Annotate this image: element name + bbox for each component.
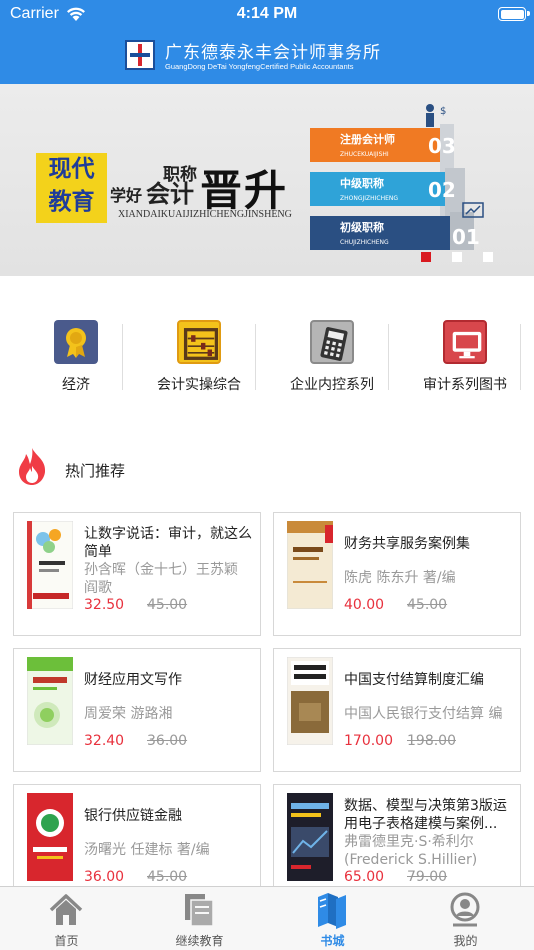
chart-icon xyxy=(462,202,484,218)
book-price: 32.40 xyxy=(84,733,125,749)
book-cover xyxy=(287,657,333,745)
book-author: 汤曙光 任建标 著/编 xyxy=(84,842,210,858)
tab-label: 我的 xyxy=(453,934,478,948)
tab-bar: 首页 继续教育 书城 我的 xyxy=(0,886,534,950)
abacus-icon xyxy=(177,320,221,364)
book-title: 中国支付结算制度汇编 xyxy=(344,672,484,688)
book-cover xyxy=(287,793,333,881)
firm-name-en: GuangDong DeTai YongfengCertified Public… xyxy=(165,62,354,71)
category-audit-books[interactable]: 审计系列图书 xyxy=(399,318,531,398)
person-icon: $ xyxy=(426,104,446,127)
book-card[interactable]: 中国支付结算制度汇编 中国人民银行支付结算 编 170.00 198.00 xyxy=(273,648,521,772)
book-author: 孙含晖（金十七）王苏颖 阎歌 xyxy=(84,562,238,596)
banner-step-number: 01 xyxy=(452,225,480,249)
book-original-price: 79.00 xyxy=(407,869,448,885)
banner-step-pinyin: CHUJIZHICHENG xyxy=(340,239,389,246)
banner-text: 会计 xyxy=(146,180,194,208)
book-author: 中国人民银行支付结算 编 xyxy=(344,706,503,722)
tab-label: 继续教育 xyxy=(175,934,224,948)
award-ribbon-icon xyxy=(54,320,98,364)
book-original-price: 198.00 xyxy=(407,733,456,749)
category-accounting-practice[interactable]: 会计实操综合 xyxy=(133,318,265,398)
category-label: 会计实操综合 xyxy=(157,377,241,393)
tab-label: 首页 xyxy=(54,934,79,948)
banner-badge-line: 教育 xyxy=(48,189,95,215)
banner-step-label: 中级职称 xyxy=(340,177,384,190)
book-original-price: 36.00 xyxy=(147,733,188,749)
category-row: 经济 会计实操综合 企业内控系列 审计系列图书 xyxy=(0,318,534,398)
book-original-price: 45.00 xyxy=(147,869,188,885)
book-cover xyxy=(27,657,73,745)
firm-logo xyxy=(125,40,155,70)
banner-text: 学好 xyxy=(110,186,143,205)
home-icon xyxy=(49,894,83,925)
tab-home[interactable]: 首页 xyxy=(0,887,133,950)
tab-profile[interactable]: 我的 xyxy=(399,887,532,950)
divider xyxy=(520,324,521,390)
book-author: 弗雷德里克·S·希利尔(Frederick S.Hillier) xyxy=(344,834,478,868)
book-card[interactable]: 让数字说话：审计，就这么简单 孙含晖（金十七）王苏颖 阎歌 32.50 45.0… xyxy=(13,512,261,636)
banner-step-pinyin: ZHUCEKUAIJISHI xyxy=(340,151,389,158)
book-title: 银行供应链金融 xyxy=(84,808,182,824)
book-price: 40.00 xyxy=(344,597,385,613)
user-icon xyxy=(450,892,480,927)
book-price: 36.00 xyxy=(84,869,125,885)
banner-step-label: 初级职称 xyxy=(340,221,384,234)
status-bar: Carrier 4:14 PM xyxy=(0,0,534,30)
category-label: 企业内控系列 xyxy=(290,377,374,393)
monitor-icon xyxy=(443,320,487,364)
book-cover xyxy=(27,521,73,609)
book-cover xyxy=(287,521,333,609)
banner-pinyin: XIANDAIKUAIJIZHICHENGJINSHENG xyxy=(118,209,292,220)
book-author: 周爱荣 游路湘 xyxy=(84,706,173,722)
book-title: 财经应用文写作 xyxy=(84,672,182,688)
top-bar: Carrier 4:14 PM 广东德泰永丰会计师事务所 GuangDong D… xyxy=(0,0,534,84)
divider xyxy=(255,324,256,390)
banner-step: 初级职称 CHUJIZHICHENG xyxy=(310,216,450,250)
banner-badge-line: 现代 xyxy=(48,156,95,182)
pager-dot[interactable] xyxy=(452,252,462,262)
book-cover xyxy=(27,793,73,881)
book-title: 让数字说话：审计，就这么简单 xyxy=(84,526,252,560)
firm-name: 广东德泰永丰会计师事务所 xyxy=(165,43,381,63)
banner-step-label: 注册会计师 xyxy=(340,133,395,146)
book-card[interactable]: 财务共享服务案例集 陈虎 陈东升 著/编 40.00 45.00 xyxy=(273,512,521,636)
banner-step-number: 03 xyxy=(428,134,456,158)
tab-label: 书城 xyxy=(320,934,345,948)
book-original-price: 45.00 xyxy=(407,597,448,613)
book-price: 32.50 xyxy=(84,597,125,613)
book-card[interactable]: 财经应用文写作 周爱荣 游路湘 32.40 36.00 xyxy=(13,648,261,772)
pager-dot[interactable] xyxy=(483,252,493,262)
book-title: 财务共享服务案例集 xyxy=(344,536,470,552)
divider xyxy=(122,324,123,390)
book-price: 65.00 xyxy=(344,869,385,885)
banner-step: 注册会计师 ZHUCEKUAIJISHI xyxy=(310,128,440,162)
book-price: 170.00 xyxy=(344,733,393,749)
calculator-icon xyxy=(310,320,354,364)
pager-dot[interactable] xyxy=(421,252,431,262)
battery-icon xyxy=(498,7,530,21)
banner-step: 中级职称 ZHONGJIZHICHENG xyxy=(310,172,445,206)
book-title: 数据、模型与决策第3版运用电子表格建模与案例... xyxy=(344,798,507,832)
category-label: 审计系列图书 xyxy=(423,377,507,393)
banner-badge: 现代 教育 xyxy=(36,153,107,223)
divider xyxy=(388,324,389,390)
tab-continuing-education[interactable]: 继续教育 xyxy=(133,887,266,950)
banner-step-number: 02 xyxy=(428,178,456,202)
book-original-price: 45.00 xyxy=(147,597,188,613)
svg-text:$: $ xyxy=(440,106,446,117)
hot-section-title: 热门推荐 xyxy=(65,462,126,480)
main-content: 经济 会计实操综合 企业内控系列 审计系列图书 热门推荐 让数字说话：审计，就这… xyxy=(0,276,534,908)
clock: 4:14 PM xyxy=(236,5,298,22)
documents-icon xyxy=(185,894,214,927)
fire-icon xyxy=(19,448,46,485)
books-icon xyxy=(318,893,346,929)
tab-bookstore[interactable]: 书城 xyxy=(266,887,399,950)
book-author: 陈虎 陈东升 著/编 xyxy=(344,570,456,586)
category-internal-control[interactable]: 企业内控系列 xyxy=(266,318,398,398)
promo-banner[interactable]: 现代 教育 职称 学好 会计 晋升 XIANDAIKUAIJIZHICHENGJ… xyxy=(0,84,534,276)
